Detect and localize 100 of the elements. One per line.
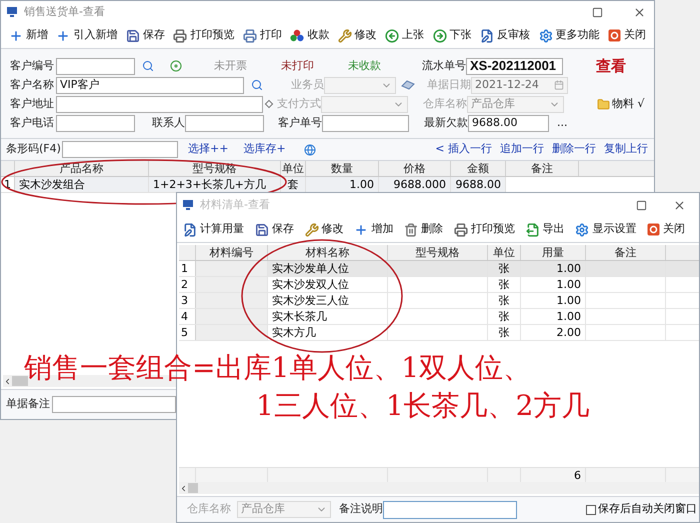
input-field[interactable]: 9688.00 bbox=[468, 114, 549, 132]
toolbar-button[interactable]: 打印预览 bbox=[452, 220, 517, 240]
scroll-left-icon[interactable] bbox=[3, 376, 12, 386]
row-number: 3 bbox=[179, 293, 196, 308]
toolbar-button[interactable]: 计算用量 bbox=[181, 220, 246, 240]
toolbar-button[interactable]: 关闭 bbox=[645, 220, 687, 240]
toolbar-button[interactable]: 引入新增 bbox=[54, 26, 120, 46]
field-label: 单据备注 bbox=[6, 396, 51, 412]
input-field[interactable]: VIP客户 bbox=[56, 76, 244, 94]
row-number: 1 bbox=[179, 261, 196, 276]
toolbar-button[interactable]: 收款 bbox=[288, 26, 332, 46]
row-action-link[interactable]: 追加一行 bbox=[500, 141, 544, 158]
toolbar-button[interactable]: 保存 bbox=[252, 220, 296, 240]
input-field[interactable] bbox=[322, 114, 409, 132]
column-header[interactable]: 金额 bbox=[451, 161, 506, 176]
link[interactable]: 选库存+ bbox=[243, 141, 286, 158]
column-header[interactable]: 价格 bbox=[379, 161, 451, 176]
field-label: 单据日期 bbox=[427, 78, 471, 91]
field-label: 业务员 bbox=[291, 78, 324, 91]
table-cell: 张 bbox=[488, 325, 521, 340]
toolbar-button[interactable]: 新增 bbox=[7, 26, 50, 46]
column-header[interactable]: 材料编号 bbox=[196, 245, 268, 260]
field-label: 客户电话 bbox=[10, 114, 55, 131]
search-icon[interactable] bbox=[142, 60, 154, 72]
field-label: 仓库名称 bbox=[187, 502, 231, 516]
toolbar-button[interactable]: 删除 bbox=[402, 220, 445, 240]
toolbar-button[interactable]: 修改 bbox=[302, 220, 346, 240]
column-header[interactable]: 型号规格 bbox=[388, 245, 488, 260]
scrollbar-thumb[interactable] bbox=[188, 483, 198, 493]
disc-icon[interactable] bbox=[170, 60, 182, 72]
toolbar-button[interactable]: 显示设置 bbox=[573, 220, 638, 240]
status-text: 未开票 bbox=[214, 58, 247, 74]
input-field[interactable] bbox=[383, 500, 517, 518]
column-header[interactable]: 材料名称 bbox=[268, 245, 388, 260]
field-label: 客户编号 bbox=[10, 58, 55, 74]
input-field[interactable]: XS-202112001 bbox=[466, 58, 563, 74]
materials-link[interactable]: 物料 √ bbox=[597, 96, 645, 112]
input-field[interactable] bbox=[56, 96, 263, 112]
close-icon[interactable] bbox=[673, 198, 686, 212]
link[interactable]: 选择++ bbox=[188, 141, 228, 158]
input-field[interactable] bbox=[62, 141, 178, 158]
field-label: 备注说明 bbox=[339, 502, 383, 516]
toolbar-button[interactable]: 打印预览 bbox=[171, 26, 236, 46]
column-header[interactable]: 用量 bbox=[521, 245, 586, 260]
table-cell: 1.00 bbox=[521, 293, 586, 308]
row-action-link[interactable]: < 插入一行 bbox=[435, 141, 492, 158]
table-cell: 张 bbox=[488, 309, 521, 324]
table-cell: 9688.00 bbox=[451, 177, 506, 192]
table-cell: 1.00 bbox=[306, 177, 379, 192]
toolbar-button[interactable]: 更多功能 bbox=[536, 26, 602, 46]
row-number: 4 bbox=[179, 309, 196, 324]
toolbar-button[interactable]: 反审核 bbox=[478, 26, 532, 46]
balls-icon bbox=[290, 29, 304, 42]
field-label: 最新欠款 bbox=[424, 116, 468, 129]
checkbox[interactable] bbox=[586, 504, 596, 514]
plus-icon bbox=[9, 28, 23, 42]
folder-icon bbox=[597, 98, 610, 110]
scroll-left-icon[interactable] bbox=[179, 484, 188, 492]
field-label: 支付方式 bbox=[277, 96, 321, 110]
save-icon bbox=[126, 28, 140, 42]
toolbar-button[interactable]: 打印 bbox=[240, 26, 284, 46]
window-title: 销售送货单-查看 bbox=[24, 4, 106, 20]
globe-icon[interactable] bbox=[304, 144, 316, 156]
plus-icon bbox=[56, 28, 70, 42]
table-row[interactable]: 5 实木方几 张 2.00 bbox=[179, 325, 699, 341]
column-header[interactable]: 单位 bbox=[488, 245, 521, 260]
toolbar-button[interactable]: 导出 bbox=[524, 220, 566, 240]
table-row[interactable]: 4 实木长茶几 张 1.00 bbox=[179, 309, 699, 325]
maximize-icon[interactable] bbox=[636, 200, 647, 210]
search-icon[interactable] bbox=[251, 79, 263, 91]
printer-icon bbox=[242, 28, 257, 42]
input-field[interactable] bbox=[56, 114, 135, 132]
more-button[interactable]: ... bbox=[557, 114, 568, 132]
table-row[interactable]: 1 实木沙发单人位 张 1.00 bbox=[179, 261, 699, 277]
field-label: 流水单号 bbox=[422, 58, 466, 72]
input-field[interactable] bbox=[185, 114, 264, 132]
column-header[interactable]: 备注 bbox=[506, 161, 579, 176]
table-row[interactable]: 3 实木沙发三人位 张 1.00 bbox=[179, 293, 699, 309]
column-header[interactable]: 备注 bbox=[586, 245, 666, 260]
toolbar-button[interactable]: 增加 bbox=[352, 220, 396, 240]
calendar-icon bbox=[554, 80, 564, 90]
table-row[interactable]: 2 实木沙发双人位 张 1.00 bbox=[179, 277, 699, 293]
row-action-link[interactable]: 复制上行 bbox=[604, 141, 648, 158]
column-header[interactable]: 单位 bbox=[281, 161, 306, 176]
toolbar-button[interactable]: 保存 bbox=[124, 26, 167, 46]
input-field[interactable] bbox=[52, 396, 176, 413]
toolbar-button[interactable]: 修改 bbox=[336, 26, 379, 46]
toolbar-button[interactable]: 关闭 bbox=[606, 26, 648, 46]
file-pen-icon bbox=[480, 28, 494, 42]
input-field[interactable] bbox=[56, 58, 135, 74]
close-icon bbox=[608, 29, 621, 42]
table-cell: 张 bbox=[488, 293, 521, 308]
window-icon bbox=[6, 6, 18, 18]
toolbar-button[interactable]: 上张 bbox=[383, 26, 426, 46]
row-action-link[interactable]: 删除一行 bbox=[552, 141, 596, 158]
toolbar-button[interactable]: 下张 bbox=[430, 26, 474, 46]
close-icon[interactable] bbox=[633, 6, 646, 18]
annotation-text: 1三人位、1长茶几、2方几 bbox=[256, 392, 590, 420]
column-header[interactable]: 数量 bbox=[306, 161, 379, 176]
maximize-icon[interactable] bbox=[592, 6, 603, 18]
